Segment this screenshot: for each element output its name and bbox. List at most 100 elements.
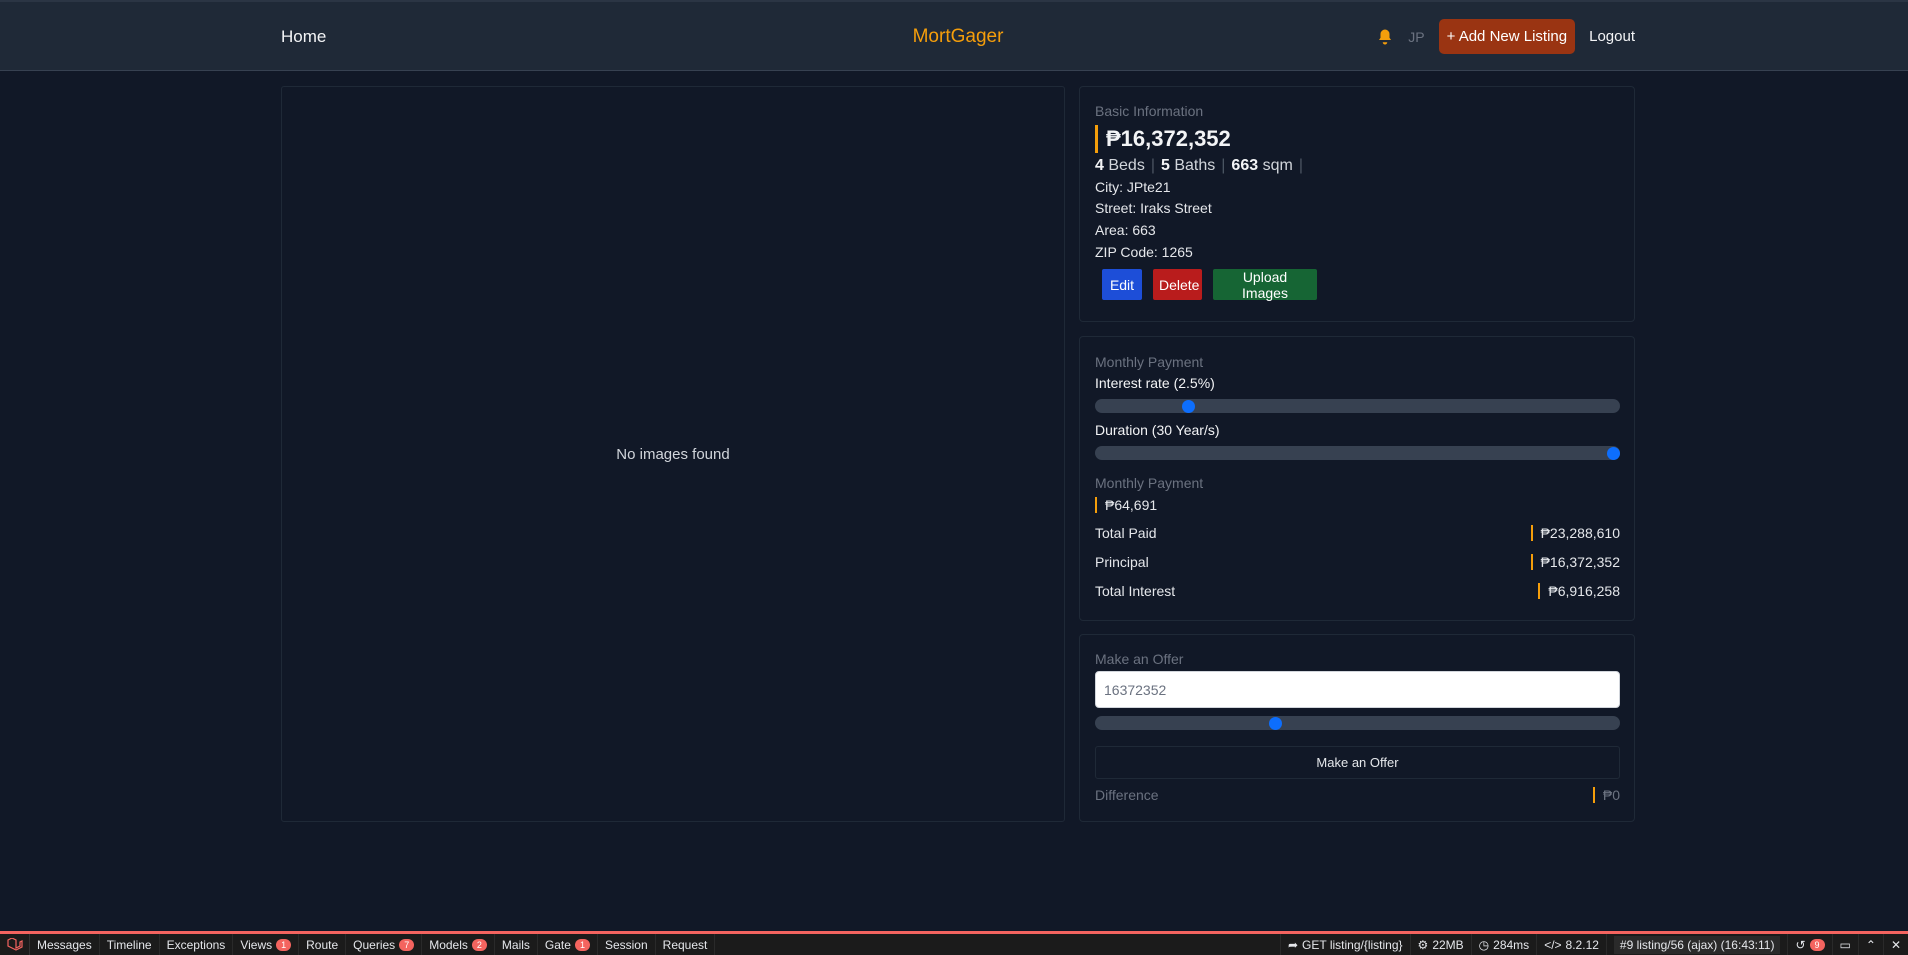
debug-tab-route[interactable]: Route: [299, 934, 347, 955]
baths-label: Baths: [1174, 157, 1216, 174]
share-icon: ➦: [1287, 937, 1299, 952]
logout-link[interactable]: Logout: [1589, 28, 1635, 45]
debug-tab-session[interactable]: Session: [598, 934, 656, 955]
php-version-indicator: </> 8.2.12: [1536, 934, 1606, 955]
history-button[interactable]: ↺ 9: [1787, 934, 1831, 955]
offer-amount-input[interactable]: [1095, 671, 1620, 708]
debug-tab-request[interactable]: Request: [656, 934, 716, 955]
image-gallery: No images found: [281, 86, 1065, 822]
debug-tab-views[interactable]: Views 1: [233, 934, 300, 955]
debug-tab-mails[interactable]: Mails: [495, 934, 538, 955]
debug-tab-label: Session: [604, 937, 648, 952]
clock-icon: ◷: [1478, 937, 1490, 952]
history-icon: ↺: [1795, 937, 1806, 952]
divider: |: [1150, 157, 1155, 174]
monthly-payment-value: ₱64,691: [1095, 497, 1157, 513]
route-indicator[interactable]: ➦ GET listing/{listing}: [1279, 934, 1410, 955]
php-version-text: 8.2.12: [1565, 937, 1599, 952]
slider-thumb[interactable]: [1607, 447, 1620, 460]
beds-label: Beds: [1108, 157, 1145, 174]
debug-tab-exceptions[interactable]: Exceptions: [160, 934, 234, 955]
zip-line: ZIP Code: 1265: [1095, 244, 1193, 260]
divider: |: [1221, 157, 1226, 174]
upload-images-button[interactable]: Upload Images: [1213, 269, 1317, 301]
principal-row: Principal ₱16,372,352: [1095, 554, 1620, 570]
top-navbar: Home MortGager JP + Add New Listing Logo…: [0, 0, 1908, 71]
home-link[interactable]: Home: [281, 27, 326, 47]
debug-tab-label: Route: [306, 937, 339, 952]
listing-actions: Edit Delete Upload Images: [1102, 269, 1317, 301]
difference-label: Difference: [1095, 787, 1159, 803]
debug-tab-timeline[interactable]: Timeline: [100, 934, 160, 955]
total-paid-label: Total Paid: [1095, 525, 1157, 541]
memory-text: 22MB: [1432, 937, 1464, 952]
bell-icon[interactable]: [1376, 28, 1394, 46]
debug-bar: Messages Timeline Exceptions Views 1 Route Que…: [0, 931, 1908, 955]
memory-indicator[interactable]: ⚙ 22MB: [1409, 934, 1471, 955]
debug-tab-gate[interactable]: Gate 1: [538, 934, 598, 955]
debug-tab-label: Timeline: [106, 937, 152, 952]
request-select[interactable]: #9 listing/56 (ajax) (16:43:11): [1613, 935, 1781, 954]
card-title: Monthly Payment: [1095, 354, 1204, 370]
brand-logo[interactable]: MortGager: [858, 26, 1058, 48]
time-indicator[interactable]: ◷ 284ms: [1470, 934, 1537, 955]
card-title: Make an Offer: [1095, 651, 1184, 667]
interest-rate-slider[interactable]: [1095, 399, 1620, 413]
total-interest-value: ₱6,916,258: [1538, 583, 1620, 599]
debug-tab-queries[interactable]: Queries 7: [346, 934, 423, 955]
listing-specs: 4 Beds | 5 Baths | 663 sqm |: [1095, 157, 1309, 175]
slider-thumb[interactable]: [1182, 400, 1196, 413]
chevron-up-icon[interactable]: ⌃: [1857, 934, 1883, 955]
user-initials[interactable]: JP: [1408, 29, 1424, 45]
duration-label: Duration (30 Year/s): [1095, 422, 1220, 438]
debug-tab-label: Views: [240, 937, 273, 952]
street-line: Street: Iraks Street: [1095, 200, 1212, 216]
history-badge: 9: [1809, 938, 1825, 951]
navbar-right: JP + Add New Listing Logout: [1376, 19, 1635, 54]
total-interest-row: Total Interest ₱6,916,258: [1095, 583, 1620, 599]
area-label: sqm: [1262, 157, 1293, 174]
divider: |: [1298, 157, 1303, 174]
total-interest-label: Total Interest: [1095, 583, 1176, 599]
debug-tab-messages[interactable]: Messages: [30, 934, 100, 955]
open-folder-icon[interactable]: ▭: [1831, 934, 1858, 955]
add-new-listing-button[interactable]: + Add New Listing: [1438, 19, 1576, 54]
edit-button[interactable]: Edit: [1102, 269, 1142, 300]
duration-slider[interactable]: [1095, 446, 1620, 460]
offer-slider[interactable]: [1095, 716, 1620, 730]
code-icon: </>: [1544, 937, 1562, 952]
debug-tab-label: Exceptions: [166, 937, 226, 952]
request-select-wrap: #9 listing/56 (ajax) (16:43:11): [1605, 934, 1788, 955]
principal-value: ₱16,372,352: [1530, 554, 1620, 570]
debug-tab-label: Messages: [37, 937, 92, 952]
debug-tab-badge: 7: [399, 938, 415, 951]
slider-thumb[interactable]: [1269, 717, 1283, 730]
debug-tab-label: Queries: [353, 937, 396, 952]
baths-count: 5: [1160, 157, 1170, 174]
delete-button[interactable]: Delete: [1153, 269, 1202, 300]
interest-rate-label: Interest rate (2.5%): [1095, 375, 1215, 391]
make-offer-button[interactable]: Make an Offer: [1095, 746, 1620, 779]
area-count: 663: [1231, 157, 1259, 174]
route-text: GET listing/{listing}: [1302, 937, 1403, 952]
no-images-text: No images found: [616, 445, 730, 463]
laravel-logo-icon[interactable]: [0, 934, 30, 955]
monthly-payment-label: Monthly Payment: [1095, 475, 1204, 491]
total-paid-value: ₱23,288,610: [1530, 525, 1620, 541]
area-line: Area: 663: [1095, 222, 1156, 238]
city-line: City: JPte21: [1095, 179, 1171, 195]
debug-tab-label: Mails: [501, 937, 530, 952]
debug-tab-label: Models: [429, 937, 468, 952]
gear-icon: ⚙: [1417, 937, 1429, 952]
beds-count: 4: [1095, 157, 1104, 174]
card-title: Basic Information: [1095, 103, 1204, 119]
debug-tab-models[interactable]: Models 2: [422, 934, 495, 955]
debug-tab-badge: 1: [276, 938, 292, 951]
principal-label: Principal: [1095, 554, 1149, 570]
difference-value: ₱0: [1592, 787, 1620, 803]
close-icon[interactable]: ✕: [1882, 934, 1908, 955]
time-text: 284ms: [1493, 937, 1530, 952]
debug-tabs: Messages Timeline Exceptions Views 1 Route Que…: [30, 934, 716, 955]
debug-tab-label: Gate: [544, 937, 571, 952]
make-offer-card: Make an Offer Make an Offer Difference ₱…: [1079, 634, 1635, 822]
